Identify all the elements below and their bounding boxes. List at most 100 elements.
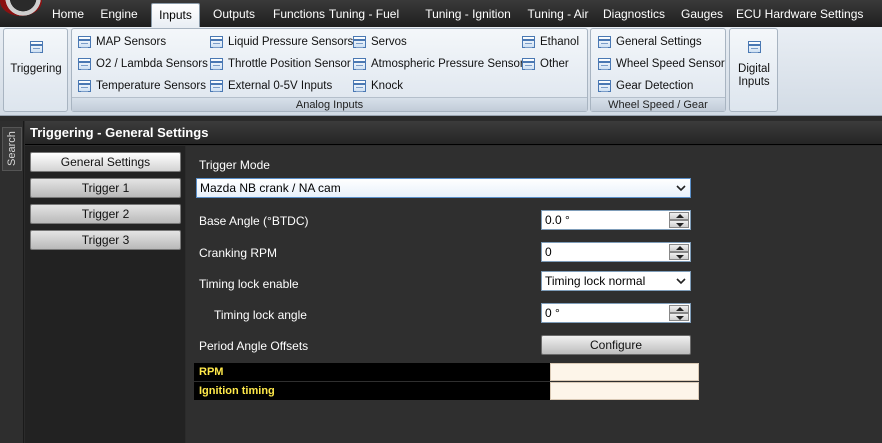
other-icon xyxy=(522,58,535,70)
search-tab[interactable]: Search xyxy=(2,127,22,171)
ribbon-toolbar: Triggering MAP Sensors O2 / Lambda Senso… xyxy=(0,27,882,116)
liquid-pressure-sensors-button[interactable]: Liquid Pressure Sensors xyxy=(208,32,353,52)
knock-label: Knock xyxy=(371,80,403,92)
map-sensors-label: MAP Sensors xyxy=(96,36,167,48)
temperature-sensors-icon xyxy=(78,80,91,92)
nav-general-settings[interactable]: General Settings xyxy=(30,152,181,172)
triggering-icon xyxy=(29,41,43,53)
offsets-rpm-row: RPM xyxy=(194,363,699,381)
app-logo[interactable] xyxy=(0,0,42,16)
base-angle-label: Base Angle (°BTDC) xyxy=(199,214,309,228)
atmospheric-pressure-sensor-label: Atmospheric Pressure Sensor xyxy=(371,58,524,70)
settings-nav: General Settings Trigger 1 Trigger 2 Tri… xyxy=(25,146,185,443)
offsets-rpm-cell[interactable] xyxy=(550,363,699,381)
base-angle-input[interactable] xyxy=(542,211,668,229)
temperature-sensors-button[interactable]: Temperature Sensors xyxy=(76,76,206,96)
tab-tuning-ignition[interactable]: Tuning - Ignition xyxy=(421,5,515,27)
o2-lambda-sensors-label: O2 / Lambda Sensors xyxy=(96,58,208,70)
cranking-rpm-input[interactable] xyxy=(542,243,668,261)
wheel-speed-sensor-icon xyxy=(598,58,611,70)
ethanol-label: Ethanol xyxy=(540,36,580,48)
throttle-position-sensor-label: Throttle Position Sensor xyxy=(228,58,351,70)
o2-lambda-sensors-button[interactable]: O2 / Lambda Sensors xyxy=(76,54,208,74)
nav-trigger-2[interactable]: Trigger 2 xyxy=(30,204,181,224)
timing-lock-angle-spin-buttons xyxy=(669,305,689,321)
digital-inputs-icon xyxy=(747,41,761,53)
map-sensors-button[interactable]: MAP Sensors xyxy=(76,32,166,52)
gear-detection-icon xyxy=(598,80,611,92)
atmospheric-pressure-sensor-icon xyxy=(353,58,366,70)
nav-trigger-1[interactable]: Trigger 1 xyxy=(30,178,181,198)
settings-form: Trigger Mode Mazda NB crank / NA cam Bas… xyxy=(186,146,882,443)
cranking-rpm-label: Cranking RPM xyxy=(199,246,278,260)
wheel-speed-sensor-button[interactable]: Wheel Speed Sensor xyxy=(596,54,725,74)
knock-button[interactable]: Knock xyxy=(351,76,403,96)
tab-tuning-air[interactable]: Tuning - Air xyxy=(524,5,592,27)
page-title-bar: Triggering - General Settings xyxy=(25,121,882,145)
knock-icon xyxy=(353,80,366,92)
servos-label: Servos xyxy=(371,36,407,48)
configure-button[interactable]: Configure xyxy=(541,335,691,355)
triggering-label: Triggering xyxy=(10,63,62,75)
tab-outputs[interactable]: Outputs xyxy=(207,5,261,27)
cranking-rpm-stepper[interactable] xyxy=(541,242,691,262)
ethanol-icon xyxy=(522,36,535,48)
other-button[interactable]: Other xyxy=(520,54,569,74)
timing-lock-enable-label: Timing lock enable xyxy=(199,277,299,291)
digital-inputs-button[interactable]: Digital Inputs xyxy=(731,41,777,89)
general-settings-button[interactable]: General Settings xyxy=(596,32,702,52)
ribbon-group-triggering: Triggering xyxy=(3,28,68,112)
o2-lambda-sensors-icon xyxy=(78,58,91,70)
temperature-sensors-label: Temperature Sensors xyxy=(96,80,206,92)
throttle-position-sensor-button[interactable]: Throttle Position Sensor xyxy=(208,54,351,74)
nav-trigger-3[interactable]: Trigger 3 xyxy=(30,230,181,250)
servos-button[interactable]: Servos xyxy=(351,32,407,52)
trigger-mode-select[interactable]: Mazda NB crank / NA cam xyxy=(196,178,691,198)
search-side-panel: Search xyxy=(0,121,24,443)
base-angle-stepper[interactable] xyxy=(541,210,691,230)
external-0-5v-inputs-button[interactable]: External 0-5V Inputs xyxy=(208,76,332,96)
tab-engine[interactable]: Engine xyxy=(96,5,142,27)
tab-home[interactable]: Home xyxy=(48,5,88,27)
timing-lock-angle-increment-button[interactable] xyxy=(669,305,689,313)
digital-inputs-label-line1: Digital xyxy=(738,63,770,75)
liquid-pressure-sensors-icon xyxy=(210,36,223,48)
offsets-ignition-label: Ignition timing xyxy=(199,385,275,397)
tab-gauges[interactable]: Gauges xyxy=(678,5,726,27)
offsets-ignition-cell[interactable] xyxy=(550,382,699,400)
timing-lock-angle-input[interactable] xyxy=(542,304,668,322)
digital-inputs-label-line2: Inputs xyxy=(738,76,770,88)
wheel-speed-sensor-label: Wheel Speed Sensor xyxy=(616,58,725,70)
gear-detection-button[interactable]: Gear Detection xyxy=(596,76,693,96)
base-angle-decrement-button[interactable] xyxy=(669,220,689,228)
ribbon-group-analog-inputs: MAP Sensors O2 / Lambda Sensors Temperat… xyxy=(71,28,588,112)
timing-lock-angle-stepper[interactable] xyxy=(541,303,691,323)
offsets-ignition-row: Ignition timing xyxy=(194,382,699,400)
ribbon-group-wheel-speed-gear: General Settings Wheel Speed Sensor Gear… xyxy=(590,28,726,112)
gear-detection-label: Gear Detection xyxy=(616,80,694,92)
base-angle-increment-button[interactable] xyxy=(669,212,689,220)
offsets-rpm-label: RPM xyxy=(199,366,224,378)
search-tab-label: Search xyxy=(6,131,18,166)
timing-lock-enable-select[interactable]: Timing lock normal xyxy=(541,271,691,291)
tab-diagnostics[interactable]: Diagnostics xyxy=(601,5,667,27)
atmospheric-pressure-sensor-button[interactable]: Atmospheric Pressure Sensor xyxy=(351,54,524,74)
cranking-rpm-spin-buttons xyxy=(669,244,689,260)
throttle-position-sensor-icon xyxy=(210,58,223,70)
general-settings-icon xyxy=(598,36,611,48)
timing-lock-angle-decrement-button[interactable] xyxy=(669,313,689,321)
trigger-mode-label: Trigger Mode xyxy=(199,158,270,172)
page-title: Triggering - General Settings xyxy=(30,125,209,140)
tab-tuning-fuel[interactable]: Tuning - Fuel xyxy=(309,5,419,27)
map-sensors-icon xyxy=(78,36,91,48)
timing-lock-enable-value: Timing lock normal xyxy=(545,274,646,288)
tab-ecu-hardware-settings[interactable]: ECU Hardware Settings xyxy=(736,5,863,27)
cranking-rpm-increment-button[interactable] xyxy=(669,244,689,252)
wheel-speed-gear-group-label: Wheel Speed / Gear xyxy=(591,97,725,111)
cranking-rpm-decrement-button[interactable] xyxy=(669,252,689,260)
tab-inputs[interactable]: Inputs xyxy=(151,3,200,27)
analog-inputs-group-label: Analog Inputs xyxy=(72,97,587,111)
triggering-button[interactable]: Triggering xyxy=(6,41,66,76)
ethanol-button[interactable]: Ethanol xyxy=(520,32,579,52)
base-angle-spin-buttons xyxy=(669,212,689,228)
